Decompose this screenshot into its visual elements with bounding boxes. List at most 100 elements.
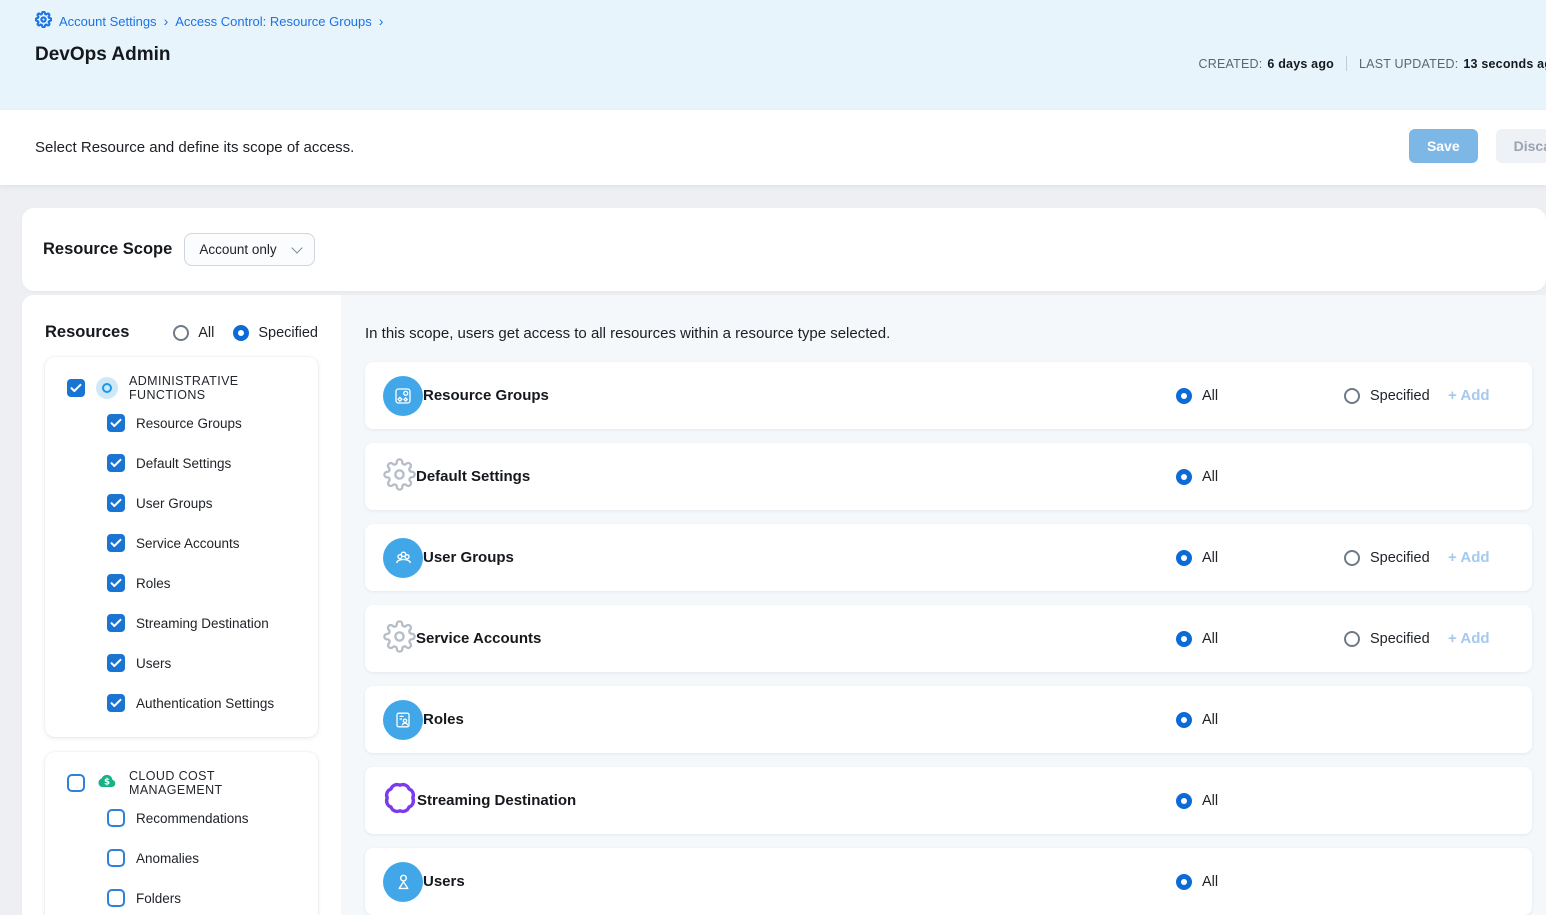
action-buttons: Save Discard <box>1409 129 1546 163</box>
resources-radio-group-all[interactable]: All <box>173 325 214 341</box>
resource-checkbox-item[interactable]: Resource Groups <box>67 403 304 443</box>
scope-instruction: Select Resource and define its scope of … <box>35 139 354 156</box>
resource-rows: Resource Groups All Specified + Add Defa… <box>365 362 1532 915</box>
resource-checkbox-item[interactable]: Service Accounts <box>67 523 304 563</box>
resource-row: Default Settings All <box>365 443 1532 510</box>
add-button[interactable]: + Add <box>1448 549 1490 566</box>
resource-row: Users All <box>365 848 1532 915</box>
save-button[interactable]: Save <box>1409 129 1478 163</box>
radio-all[interactable] <box>1176 793 1192 809</box>
last-updated-label: LAST UPDATED: <box>1359 57 1458 71</box>
item-checkbox[interactable] <box>107 654 125 672</box>
item-checkbox[interactable] <box>107 889 125 907</box>
row-radio-group-specified[interactable]: Specified <box>1344 388 1430 404</box>
resource-row-label: Resource Groups <box>423 387 549 404</box>
chevron-right-icon: › <box>164 14 169 28</box>
chevron-down-icon <box>292 242 303 253</box>
default-settings-gear-icon <box>383 458 416 496</box>
item-checkbox[interactable] <box>107 494 125 512</box>
row-radio-group-all[interactable]: All <box>1176 874 1218 890</box>
resource-checkbox-item[interactable]: Folders <box>67 878 304 915</box>
radio-all-label: All <box>1202 388 1218 404</box>
resource-scope-card: Resource Scope Account only <box>22 208 1546 291</box>
row-radio-group-specified[interactable]: Specified <box>1344 631 1430 647</box>
group-header[interactable]: $ CLOUD COST MANAGEMENT <box>67 768 304 798</box>
item-label: Recommendations <box>136 811 249 826</box>
created-value: 6 days ago <box>1267 57 1334 71</box>
radio-specified-label: Specified <box>1370 550 1430 566</box>
action-bar: Select Resource and define its scope of … <box>0 110 1546 185</box>
radio-all[interactable] <box>1176 712 1192 728</box>
resource-row: Resource Groups All Specified + Add <box>365 362 1532 429</box>
resource-checkbox-item[interactable]: Users <box>67 643 304 683</box>
group-checkbox[interactable] <box>67 774 85 792</box>
resource-row-label: Roles <box>423 711 464 728</box>
radio-specified[interactable] <box>1344 631 1360 647</box>
item-checkbox[interactable] <box>107 849 125 867</box>
row-radio-group-all[interactable]: All <box>1176 469 1218 485</box>
cloud-cost-icon: $ <box>96 770 118 797</box>
item-label: Authentication Settings <box>136 696 274 711</box>
resource-checkbox-item[interactable]: Recommendations <box>67 798 304 838</box>
resources-title: Resources <box>45 323 129 342</box>
item-checkbox[interactable] <box>107 614 125 632</box>
item-label: Default Settings <box>136 456 231 471</box>
resource-scope-dropdown[interactable]: Account only <box>184 233 315 266</box>
resource-checkbox-item[interactable]: Authentication Settings <box>67 683 304 723</box>
resource-group-card: ADMINISTRATIVE FUNCTIONS Resource Groups… <box>45 357 318 737</box>
radio-specified[interactable] <box>1344 388 1360 404</box>
item-checkbox[interactable] <box>107 694 125 712</box>
radio-all[interactable] <box>173 325 189 341</box>
resource-checkbox-item[interactable]: Roles <box>67 563 304 603</box>
breadcrumb-link-access-control[interactable]: Access Control: Resource Groups <box>175 14 372 29</box>
radio-specified[interactable] <box>233 325 249 341</box>
user-groups-icon <box>383 538 423 578</box>
resource-groups-icon <box>383 376 423 416</box>
item-checkbox[interactable] <box>107 809 125 827</box>
resource-group-card: $ CLOUD COST MANAGEMENT Recommendations … <box>45 752 318 915</box>
row-radio-group-all[interactable]: All <box>1176 388 1218 404</box>
group-header[interactable]: ADMINISTRATIVE FUNCTIONS <box>67 373 304 403</box>
resource-row: Roles All <box>365 686 1532 753</box>
radio-all-label: All <box>1202 550 1218 566</box>
resources-sidebar: Resources All Specified ADMINISTRATIVE F… <box>22 295 341 915</box>
radio-all[interactable] <box>1176 874 1192 890</box>
resource-row-label: Service Accounts <box>416 630 541 647</box>
settings-gear-icon <box>35 11 52 31</box>
discard-button[interactable]: Discard <box>1496 129 1546 163</box>
resource-checkbox-item[interactable]: Anomalies <box>67 838 304 878</box>
resource-checkbox-item[interactable]: Streaming Destination <box>67 603 304 643</box>
service-accounts-gear-icon <box>383 620 416 658</box>
item-checkbox[interactable] <box>107 414 125 432</box>
settings-gear-icon <box>35 16 52 31</box>
item-label: User Groups <box>136 496 213 511</box>
item-label: Folders <box>136 891 181 906</box>
row-radio-group-specified[interactable]: Specified <box>1344 550 1430 566</box>
item-label: Roles <box>136 576 171 591</box>
radio-all[interactable] <box>1176 550 1192 566</box>
radio-all[interactable] <box>1176 469 1192 485</box>
resource-checkbox-item[interactable]: User Groups <box>67 483 304 523</box>
add-button[interactable]: + Add <box>1448 630 1490 647</box>
radio-all[interactable] <box>1176 388 1192 404</box>
radio-specified[interactable] <box>1344 550 1360 566</box>
item-checkbox[interactable] <box>107 574 125 592</box>
item-checkbox[interactable] <box>107 454 125 472</box>
item-checkbox[interactable] <box>107 534 125 552</box>
radio-specified-label: Specified <box>258 325 318 341</box>
resource-checkbox-item[interactable]: Default Settings <box>67 443 304 483</box>
group-checkbox[interactable] <box>67 379 85 397</box>
row-radio-group-all[interactable]: All <box>1176 793 1218 809</box>
row-radio-group-all[interactable]: All <box>1176 631 1218 647</box>
resource-row: Service Accounts All Specified + Add <box>365 605 1532 672</box>
group-label: CLOUD COST MANAGEMENT <box>129 769 304 797</box>
breadcrumb-link-account-settings[interactable]: Account Settings <box>59 14 157 29</box>
radio-all-label: All <box>1202 631 1218 647</box>
add-button[interactable]: + Add <box>1448 387 1490 404</box>
resource-row-label: Users <box>423 873 465 890</box>
resources-radio-group-specified[interactable]: Specified <box>233 325 318 341</box>
row-radio-group-all[interactable]: All <box>1176 712 1218 728</box>
radio-all[interactable] <box>1176 631 1192 647</box>
row-radio-group-all[interactable]: All <box>1176 550 1218 566</box>
resource-row: User Groups All Specified + Add <box>365 524 1532 591</box>
